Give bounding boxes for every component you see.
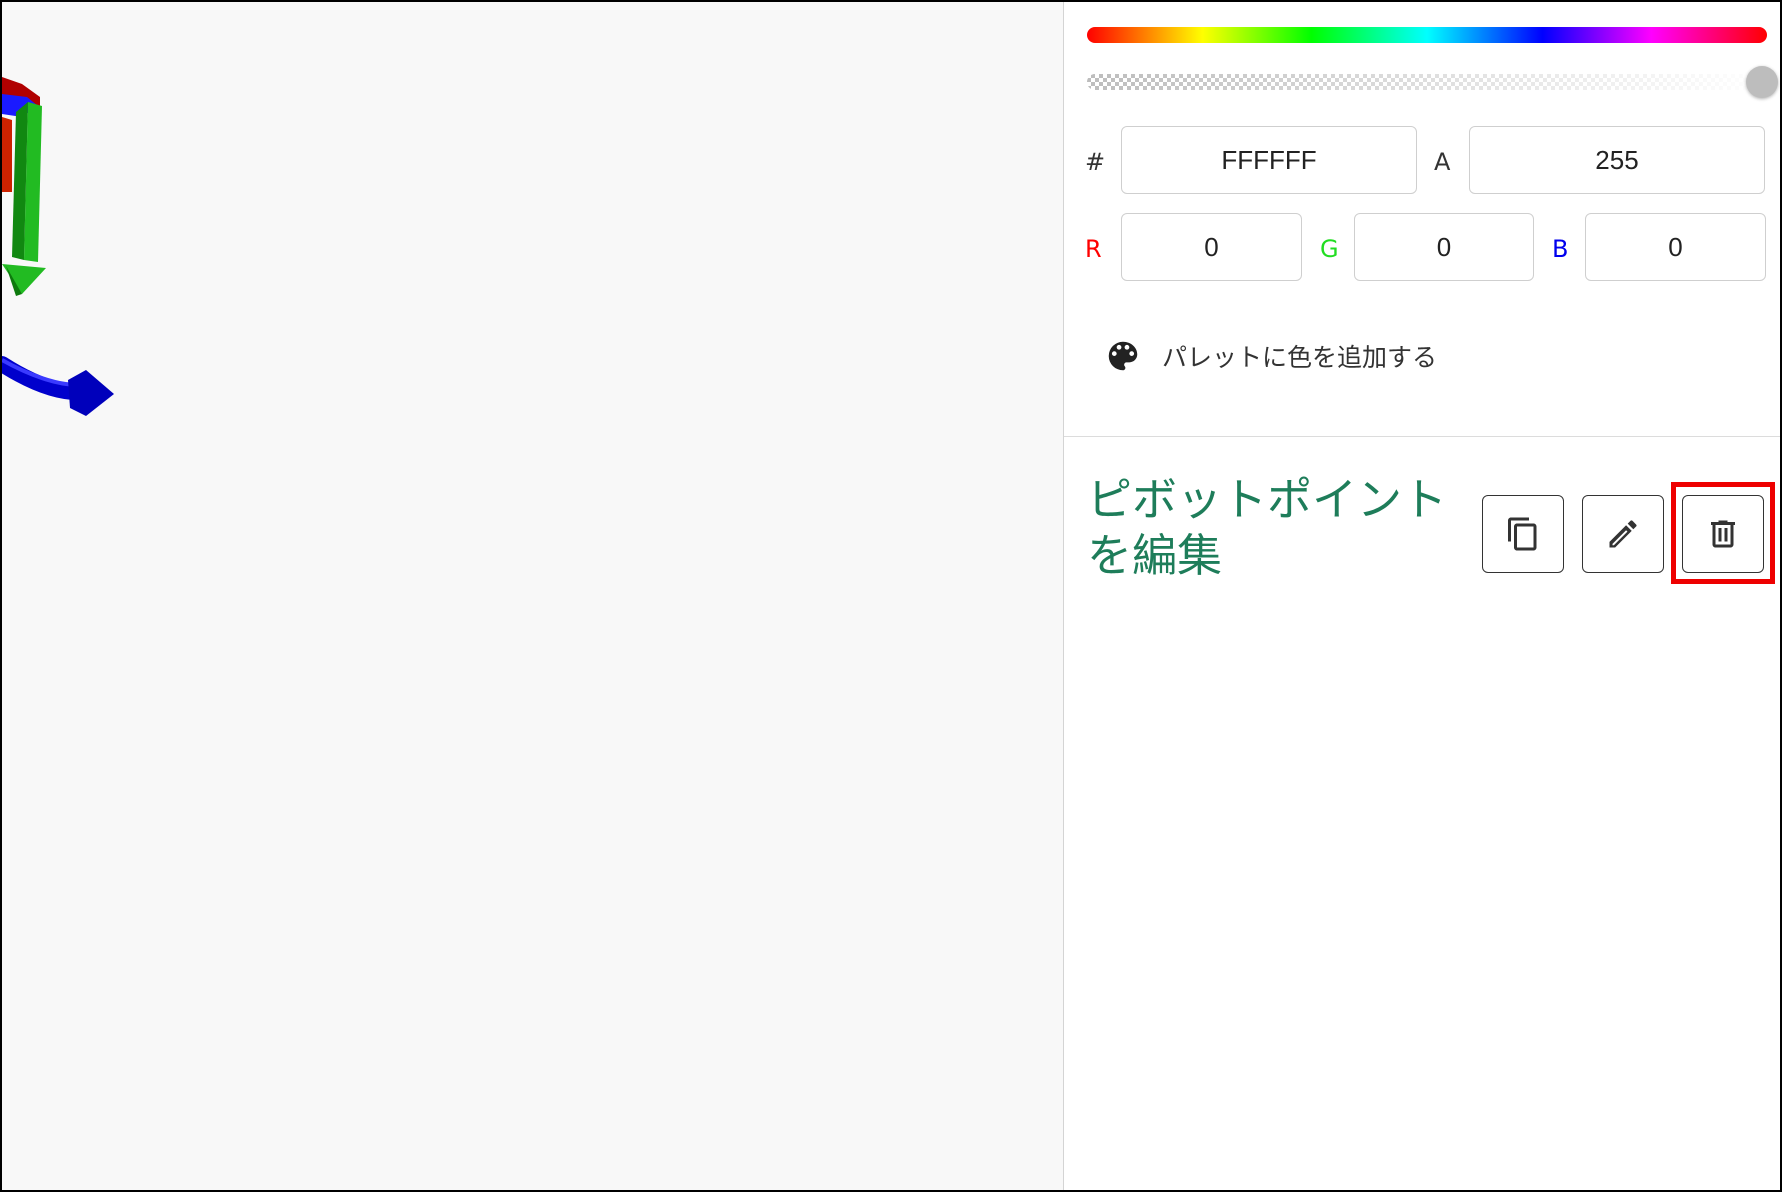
edit-button[interactable] <box>1582 495 1664 573</box>
copy-button[interactable] <box>1482 495 1564 573</box>
app-window: # FFFFFF A 255 R 0 G 0 B 0 パレットに色を追加する ピ… <box>0 0 1782 1192</box>
gizmo-blue-arrowhead[interactable] <box>68 370 114 416</box>
alpha-slider-thumb[interactable] <box>1746 66 1778 98</box>
r-input[interactable]: 0 <box>1121 213 1302 281</box>
gizmo-green-arrowhead[interactable] <box>2 264 46 294</box>
gizmo-svg <box>2 77 114 416</box>
transform-gizmo[interactable] <box>2 77 114 416</box>
palette-icon <box>1104 337 1142 375</box>
properties-panel: # FFFFFF A 255 R 0 G 0 B 0 パレットに色を追加する ピ… <box>1063 2 1780 1190</box>
3d-viewport[interactable] <box>2 2 1063 1190</box>
r-label: R <box>1085 235 1102 263</box>
b-label: B <box>1552 235 1569 263</box>
hex-label: # <box>1085 148 1106 176</box>
gizmo-red-handle-side <box>2 117 12 192</box>
pencil-icon <box>1605 516 1641 552</box>
g-label: G <box>1320 235 1339 263</box>
pivot-section-title: ピボットポイント を編集 <box>1087 473 1448 582</box>
add-to-palette-button[interactable]: パレットに色を追加する <box>1104 334 1437 378</box>
b-input[interactable]: 0 <box>1585 213 1766 281</box>
add-to-palette-label: パレットに色を追加する <box>1162 343 1438 372</box>
hex-input[interactable]: FFFFFF <box>1121 126 1417 194</box>
copy-icon <box>1505 516 1541 552</box>
alpha-slider[interactable] <box>1087 74 1767 90</box>
alpha-input[interactable]: 255 <box>1469 126 1765 194</box>
highlight-box <box>1671 482 1775 584</box>
hue-slider[interactable] <box>1087 27 1767 43</box>
alpha-label: A <box>1434 148 1451 176</box>
g-input[interactable]: 0 <box>1354 213 1534 281</box>
section-divider <box>1064 436 1780 437</box>
